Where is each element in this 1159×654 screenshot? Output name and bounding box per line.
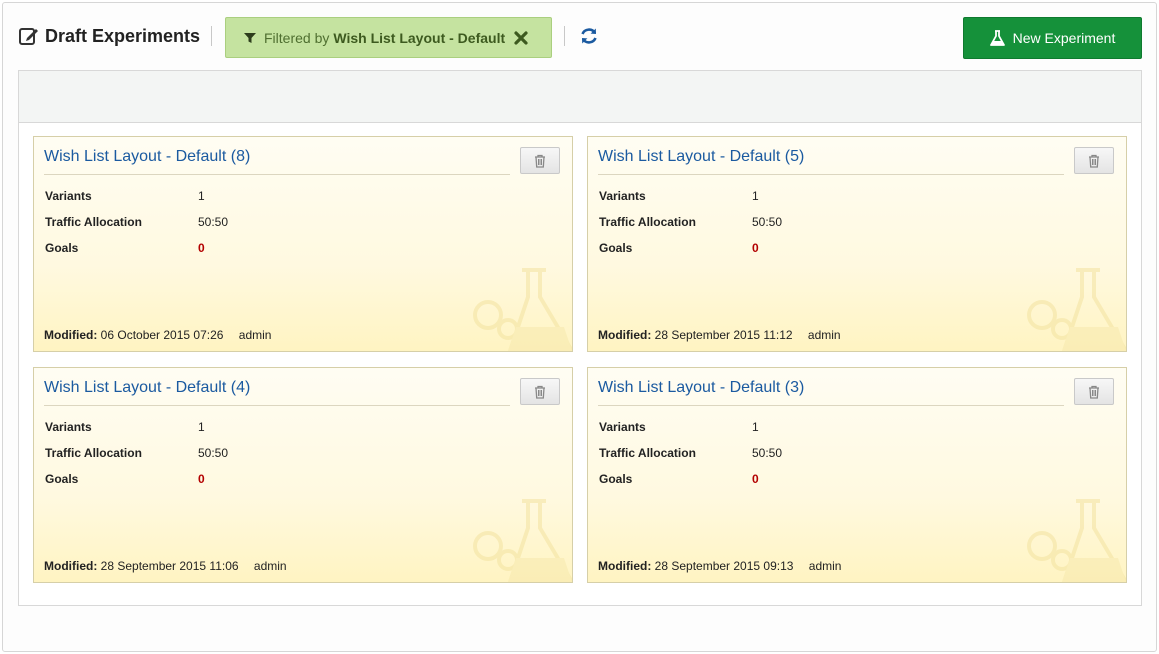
modified-info: Modified: 28 September 2015 09:13 admin: [598, 559, 841, 573]
flask-gears-icon: [473, 268, 572, 351]
experiment-title-link[interactable]: Wish List Layout - Default (4): [44, 379, 510, 406]
variants-label: Variants: [599, 420, 646, 434]
modified-label: Modified:: [598, 328, 652, 342]
delete-button[interactable]: [1074, 378, 1114, 405]
variants-value: 1: [752, 189, 759, 203]
close-icon[interactable]: [514, 30, 528, 45]
modified-label: Modified:: [44, 328, 98, 342]
panel-toolbar: [19, 71, 1141, 123]
modified-info: Modified: 06 October 2015 07:26 admin: [44, 328, 271, 342]
delete-button[interactable]: [1074, 147, 1114, 174]
experiment-card: Wish List Layout - Default (3) Variants …: [587, 367, 1127, 583]
variants-label: Variants: [599, 189, 646, 203]
trash-icon: [535, 154, 545, 168]
variants-value: 1: [198, 420, 205, 434]
divider: [564, 26, 565, 46]
variants-value: 1: [752, 420, 759, 434]
flask-gears-icon: [1027, 499, 1126, 582]
modified-info: Modified: 28 September 2015 11:12 admin: [598, 328, 841, 342]
modified-date: 28 September 2015 09:13: [654, 559, 794, 573]
modified-user: admin: [807, 328, 841, 342]
experiment-card: Wish List Layout - Default (5) Variants …: [587, 136, 1127, 352]
modified-date: 28 September 2015 11:12: [654, 328, 793, 342]
edit-icon: [19, 28, 38, 45]
goals-value: 0: [198, 472, 205, 486]
traffic-label: Traffic Allocation: [45, 215, 142, 229]
delete-button[interactable]: [520, 147, 560, 174]
divider: [211, 26, 212, 46]
modified-date: 06 October 2015 07:26: [100, 328, 224, 342]
filter-name: Wish List Layout - Default: [333, 29, 506, 46]
goals-value: 0: [752, 472, 759, 486]
experiment-title-link[interactable]: Wish List Layout - Default (5): [598, 148, 1064, 175]
variants-value: 1: [198, 189, 205, 203]
traffic-value: 50:50: [198, 446, 229, 460]
traffic-value: 50:50: [752, 446, 783, 460]
modified-info: Modified: 28 September 2015 11:06 admin: [44, 559, 287, 573]
traffic-value: 50:50: [198, 215, 229, 229]
goals-label: Goals: [599, 472, 633, 486]
experiment-card: Wish List Layout - Default (8) Variants …: [33, 136, 573, 352]
experiments-panel: Wish List Layout - Default (8) Variants …: [18, 70, 1142, 606]
filter-chip[interactable]: Filtered by Wish List Layout - Default: [225, 17, 552, 58]
variants-label: Variants: [45, 420, 92, 434]
experiment-title-link[interactable]: Wish List Layout - Default (3): [598, 379, 1064, 406]
traffic-label: Traffic Allocation: [599, 215, 696, 229]
goals-label: Goals: [599, 241, 633, 255]
trash-icon: [1089, 385, 1099, 399]
flask-gears-icon: [473, 499, 572, 582]
flask-gears-icon: [1027, 268, 1126, 351]
modified-user: admin: [238, 328, 272, 342]
experiment-card: Wish List Layout - Default (4) Variants …: [33, 367, 573, 583]
modified-user: admin: [808, 559, 842, 573]
new-experiment-button[interactable]: New Experiment: [963, 17, 1142, 59]
flask-icon: [989, 29, 1005, 46]
page-title: Draft Experiments: [18, 24, 200, 48]
goals-value: 0: [198, 241, 205, 255]
goals-label: Goals: [45, 472, 79, 486]
traffic-label: Traffic Allocation: [599, 446, 696, 460]
modified-date: 28 September 2015 11:06: [100, 559, 239, 573]
modified-user: admin: [253, 559, 287, 573]
variants-label: Variants: [45, 189, 92, 203]
filter-icon: [244, 32, 256, 43]
experiment-title-link[interactable]: Wish List Layout - Default (8): [44, 148, 510, 175]
goals-value: 0: [752, 241, 759, 255]
page-title-text: Draft Experiments: [45, 25, 201, 46]
new-experiment-label: New Experiment: [1012, 30, 1116, 46]
modified-label: Modified:: [598, 559, 652, 573]
traffic-label: Traffic Allocation: [45, 446, 142, 460]
modified-label: Modified:: [44, 559, 98, 573]
refresh-icon[interactable]: [579, 26, 599, 46]
filter-prefix: Filtered by: [264, 29, 330, 46]
trash-icon: [1089, 154, 1099, 168]
traffic-value: 50:50: [752, 215, 783, 229]
goals-label: Goals: [45, 241, 79, 255]
delete-button[interactable]: [520, 378, 560, 405]
trash-icon: [535, 385, 545, 399]
